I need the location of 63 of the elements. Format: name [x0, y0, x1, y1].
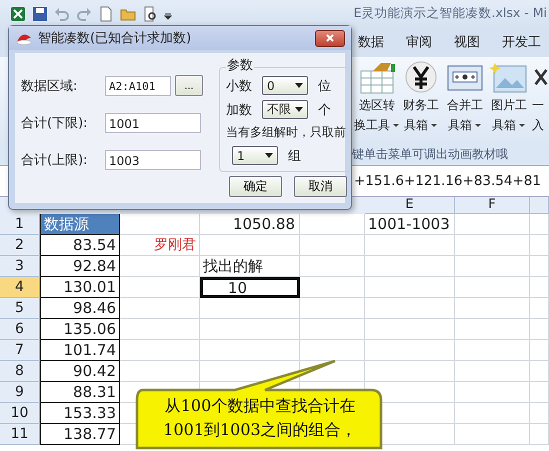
row-header[interactable]: 6	[0, 319, 40, 340]
table-cell: 135.06	[40, 319, 120, 340]
column-header[interactable]: E	[365, 197, 455, 214]
addends-dropdown[interactable]: 不限	[262, 100, 308, 119]
table-cell: 83.54	[40, 235, 120, 256]
table-cell: 90.42	[40, 361, 120, 382]
field-label: 小数	[226, 78, 252, 94]
ribbon-button[interactable]: 图片工 具箱	[488, 61, 530, 135]
column-header[interactable]: F	[455, 197, 530, 214]
row-header[interactable]: 11	[0, 424, 40, 445]
callout-text: 1001到1003之间的组合，	[163, 419, 357, 441]
ribbon-button[interactable]: 合并工 具箱	[444, 61, 486, 135]
row-header[interactable]: 2	[0, 235, 40, 256]
group-title: 参数	[226, 56, 254, 74]
row-header[interactable]: 8	[0, 361, 40, 382]
callout-text: 从100个数据中查找合计在	[164, 395, 356, 417]
table-cell: 101.74	[40, 340, 120, 361]
ok-button[interactable]: 确定	[229, 176, 282, 197]
row-header[interactable]: 7	[0, 340, 40, 361]
table-cell: 98.46	[40, 298, 120, 319]
table-cell: 88.31	[40, 382, 120, 403]
table-cell: 153.33	[40, 403, 120, 424]
unit-label: 个	[318, 102, 331, 118]
table-cell: 138.77	[40, 424, 120, 445]
field-label: 数据区域:	[21, 78, 78, 94]
table-cell: 130.01	[40, 277, 120, 298]
ribbon-tab[interactable]: 数据	[356, 31, 386, 53]
window-title: E灵功能演示之智能凑数.xlsx - Mi	[354, 5, 547, 22]
table-cell: 1050.88	[200, 214, 300, 235]
row-header[interactable]: 5	[0, 298, 40, 319]
ribbon-tab[interactable]: 审阅	[404, 31, 434, 53]
decimals-dropdown[interactable]: 0	[262, 76, 308, 95]
table-cell: 92.84	[40, 256, 120, 277]
ribbon-tab[interactable]: 开发工	[500, 31, 543, 53]
formula-field[interactable]: +151.6+121.16+83.54+81	[352, 171, 543, 191]
row-header[interactable]: 3	[0, 256, 40, 277]
cancel-button[interactable]: 取消	[294, 176, 347, 197]
field-label: 合计(下限):	[21, 115, 89, 132]
option-label: 当有多组解时，只取前	[226, 124, 346, 141]
row-header[interactable]: 1	[0, 214, 40, 235]
row-header[interactable]: 10	[0, 403, 40, 424]
field-label: 加数	[226, 102, 252, 118]
input-field[interactable]: 1001	[105, 113, 201, 133]
unit-label: 位	[318, 78, 331, 94]
active-cell[interactable]: 10	[200, 277, 300, 298]
groups-dropdown[interactable]: 1	[232, 146, 278, 165]
table-cell: 找出的解	[200, 256, 300, 277]
field-label: 合计(上限):	[21, 152, 89, 169]
input-field[interactable]: A2:A101	[105, 76, 171, 96]
unit-label: 组	[288, 148, 301, 164]
ribbon-hint: 键单击菜单可调出动画教材哦	[352, 146, 508, 162]
row-header[interactable]: 4	[0, 277, 40, 298]
table-cell: 数据源	[40, 214, 120, 235]
input-field[interactable]: 1003	[105, 150, 201, 170]
ribbon-button[interactable]: 选区转 换工具	[356, 61, 398, 135]
ribbon-button[interactable]: 财务工 具箱	[400, 61, 442, 135]
row-header[interactable]: 9	[0, 382, 40, 403]
browse-button[interactable]: ...	[175, 75, 203, 96]
table-cell: 罗刚君	[120, 235, 200, 256]
dialog-title: 智能凑数(已知合计求加数)	[38, 30, 192, 47]
ribbon-tab[interactable]: 视图	[452, 31, 482, 53]
ribbon-button[interactable]: 一 入	[532, 61, 546, 135]
table-cell: 1001-1003	[365, 214, 455, 235]
